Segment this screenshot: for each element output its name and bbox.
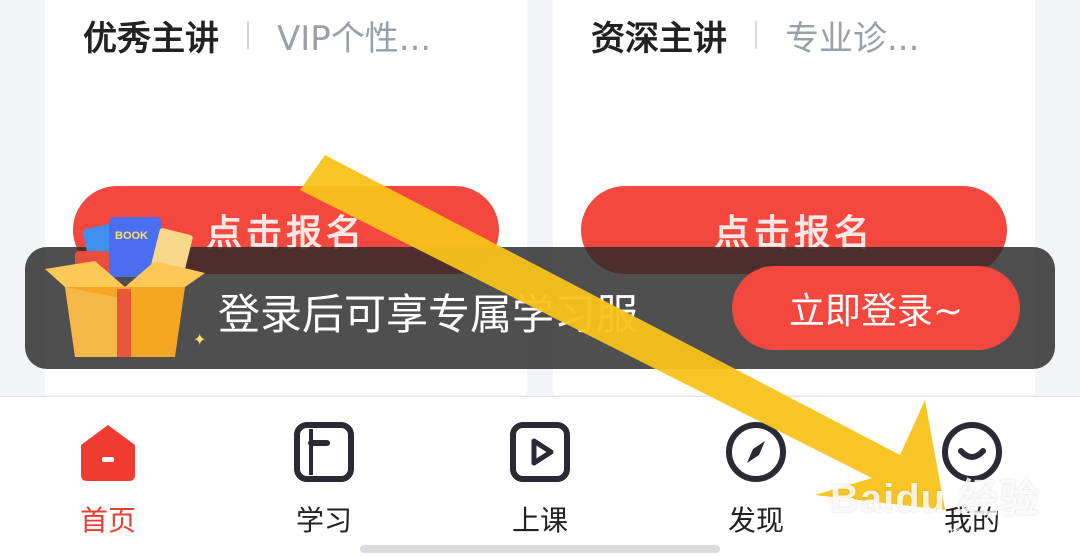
svg-text:✦: ✦ <box>193 330 206 349</box>
tab-study[interactable]: 学习 <box>264 419 384 539</box>
card-header: 资深主讲 专业诊... <box>591 10 919 60</box>
book-icon <box>294 422 354 482</box>
card-title: 优秀主讲 <box>83 18 219 59</box>
watermark-url: jingyan.baidu.com <box>834 524 963 541</box>
watermark-logo: Baidu 经验 <box>830 477 1041 521</box>
card-subtitle: VIP个性... <box>277 18 432 59</box>
tab-label: 发现 <box>727 504 784 537</box>
tab-discover[interactable]: 发现 <box>696 419 816 539</box>
tab-label: 学习 <box>295 504 352 537</box>
compass-icon <box>726 422 786 482</box>
book-label: BOOK <box>115 230 148 242</box>
gift-box-icon: BOOK ✦ <box>45 217 206 357</box>
tab-label: 首页 <box>79 504 136 537</box>
login-button[interactable]: 立即登录~ <box>732 266 1020 350</box>
play-icon <box>510 422 570 482</box>
divider <box>247 21 249 49</box>
divider <box>755 21 757 49</box>
baidu-watermark: Baidu 经验 jingyan.baidu.com <box>830 466 1040 542</box>
card-title: 资深主讲 <box>591 18 727 59</box>
home-indicator[interactable] <box>360 545 720 553</box>
tab-class[interactable]: 上课 <box>480 419 600 539</box>
home-icon <box>81 425 135 481</box>
card-header: 优秀主讲 VIP个性... <box>83 10 431 60</box>
banner-text: 登录后可享专属学习服 <box>218 290 639 339</box>
login-prompt-banner: BOOK ✦ 登录后可享专属学习服 立即登录~ <box>25 217 1055 369</box>
card-subtitle: 专业诊... <box>785 18 920 59</box>
tab-label: 上课 <box>511 504 568 537</box>
tab-home[interactable]: 首页 <box>48 419 168 539</box>
